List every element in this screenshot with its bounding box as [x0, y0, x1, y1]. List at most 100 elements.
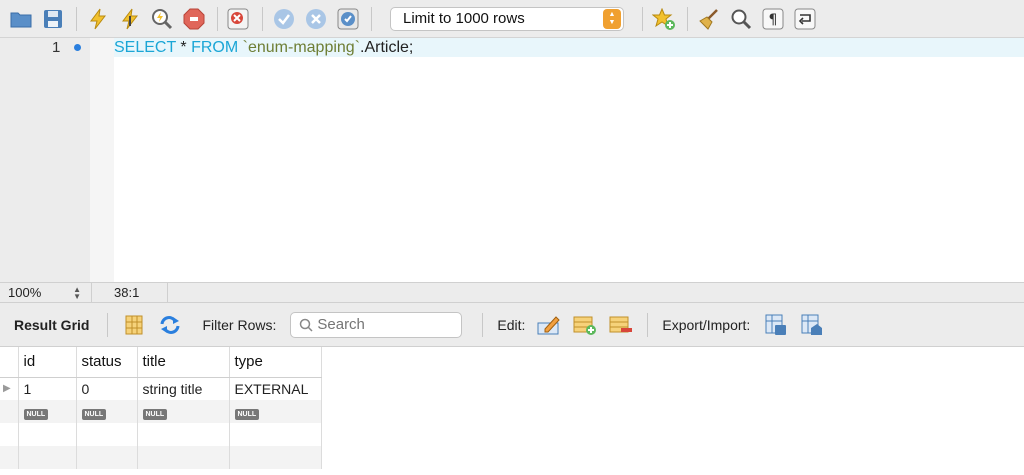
zoom-select[interactable]: 100% ▲ ▼ [0, 283, 92, 302]
toggle-error-button[interactable] [226, 6, 252, 32]
toolbar-divider [371, 6, 372, 31]
broom-icon [699, 8, 718, 30]
filter-rows-search[interactable] [290, 311, 463, 338]
table-cell[interactable]: NULL [137, 400, 230, 423]
sql-token: * [175, 39, 192, 56]
folder-icon [10, 12, 32, 27]
table-cell [229, 423, 322, 446]
column-header-title[interactable]: title [137, 347, 230, 378]
edit-row-icon [537, 315, 561, 334]
statement-marker-icon [74, 44, 81, 51]
table-cell[interactable]: NULL [76, 400, 138, 423]
save-icon [44, 9, 62, 28]
autocommit-button[interactable] [335, 6, 361, 32]
toolbar-divider [482, 312, 484, 337]
commit-button[interactable] [271, 6, 297, 32]
row-selector [0, 446, 19, 469]
zoom-level: 100% [8, 285, 42, 300]
empty-row [0, 446, 322, 469]
table-cell [18, 423, 77, 446]
grid-view-icon [125, 315, 143, 334]
table-cell[interactable]: EXTERNAL [229, 377, 322, 400]
row-selector[interactable] [0, 400, 19, 423]
export-import-label: Export/Import: [662, 316, 751, 333]
toolbar-divider [687, 6, 688, 31]
toolbar-divider [107, 312, 109, 337]
limit-rows-select[interactable]: Limit to 1000 rows ▲ ▼ [390, 6, 624, 31]
sql-schema-name: `enum-mapping` [238, 39, 361, 56]
add-snippet-button[interactable] [651, 6, 677, 32]
grid-header-row: id status title type [0, 347, 322, 378]
row-header-corner [0, 347, 19, 378]
column-header-id[interactable]: id [18, 347, 77, 378]
table-cell[interactable]: NULL [18, 400, 77, 423]
line-number: 1 [52, 39, 61, 56]
column-header-status[interactable]: status [76, 347, 138, 378]
refresh-icon [160, 315, 180, 334]
table-cell [76, 423, 138, 446]
select-arrows-icon: ▲ ▼ [603, 8, 621, 29]
row-selector [0, 423, 19, 446]
empty-row [0, 423, 322, 446]
open-file-button[interactable] [8, 6, 34, 32]
edit-row-button[interactable] [537, 314, 561, 336]
execute-button[interactable] [85, 6, 111, 32]
add-row-icon [573, 316, 597, 335]
line-number-gutter: 1 [0, 38, 90, 282]
fold-gutter [90, 38, 114, 282]
table-cell [137, 423, 230, 446]
editor-status-bar: 100% ▲ ▼ 38:1 [0, 282, 1024, 303]
refresh-button[interactable] [158, 314, 182, 336]
invisibles-button[interactable]: ¶ [760, 6, 786, 32]
cursor-position: 38:1 [92, 283, 168, 302]
result-grid-view-button[interactable] [122, 314, 146, 336]
save-file-button[interactable] [40, 6, 66, 32]
null-badge: NULL [234, 409, 260, 420]
search-icon [731, 9, 752, 29]
null-badge: NULL [81, 409, 107, 420]
wrap-lines-button[interactable] [792, 6, 818, 32]
table-cell [18, 446, 77, 469]
cancel-icon [306, 8, 326, 29]
lightning-icon [90, 8, 107, 29]
stop-icon [183, 8, 205, 29]
explain-button[interactable] [149, 6, 175, 32]
table-row[interactable]: ▶ 1 0 string title EXTERNAL [0, 377, 322, 400]
beautify-button[interactable] [696, 6, 722, 32]
limit-rows-label: Limit to 1000 rows [403, 10, 525, 27]
magnifier-lightning-icon [152, 8, 173, 29]
new-row[interactable]: NULL NULL NULL NULL [0, 400, 322, 423]
null-badge: NULL [23, 409, 49, 420]
import-icon [801, 314, 823, 335]
table-cell[interactable]: 1 [18, 377, 77, 400]
toolbar-divider [262, 6, 263, 31]
export-icon [765, 314, 787, 335]
code-line-1[interactable]: SELECT * FROM `enum-mapping`.Article; [114, 38, 1024, 57]
edit-label: Edit: [497, 316, 526, 333]
table-cell [76, 446, 138, 469]
table-cell[interactable]: 0 [76, 377, 138, 400]
stop-button[interactable] [181, 6, 207, 32]
toolbar-divider [217, 6, 218, 31]
import-button[interactable] [800, 314, 824, 336]
wrap-icon [794, 8, 816, 29]
row-selector-icon[interactable]: ▶ [0, 377, 19, 400]
delete-row-button[interactable] [609, 314, 633, 336]
sql-table-name: .Article; [360, 39, 414, 56]
table-cell[interactable]: string title [137, 377, 230, 400]
table-cell[interactable]: NULL [229, 400, 322, 423]
column-header-type[interactable]: type [229, 347, 322, 378]
filter-rows-input[interactable] [317, 316, 448, 333]
find-button[interactable] [728, 6, 754, 32]
execute-current-button[interactable] [117, 6, 143, 32]
star-plus-icon [652, 7, 675, 30]
check-icon [274, 8, 294, 29]
rollback-button[interactable] [303, 6, 329, 32]
export-button[interactable] [764, 314, 788, 336]
stepper-arrows-icon: ▲ ▼ [73, 284, 81, 301]
result-grid[interactable]: id status title type ▶ 1 0 string title … [0, 347, 1024, 475]
toolbar-divider [642, 6, 643, 31]
sql-editor[interactable]: 1 SELECT * FROM `enum-mapping`.Article; [0, 38, 1024, 282]
add-row-button[interactable] [573, 314, 597, 336]
filter-rows-label: Filter Rows: [202, 316, 277, 333]
